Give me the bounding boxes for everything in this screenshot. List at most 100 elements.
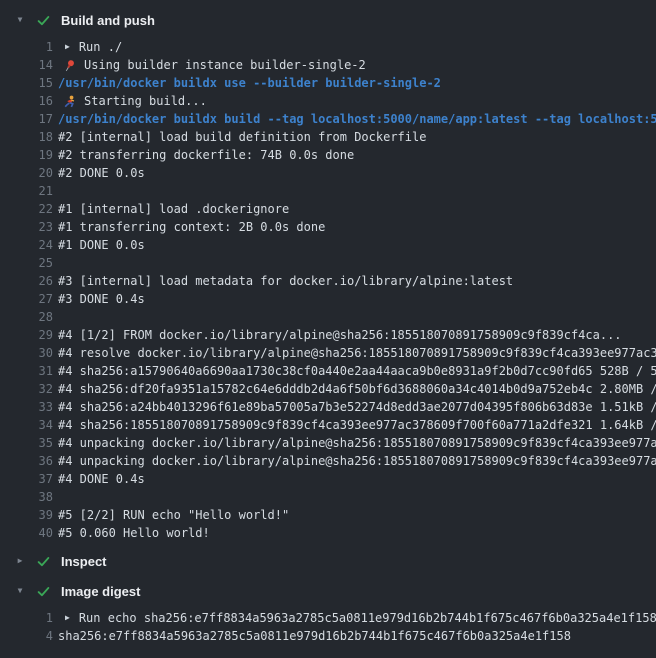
log-text: /usr/bin/docker buildx use --builder bui… — [58, 76, 441, 90]
log-line: 38 — [0, 488, 656, 506]
line-number[interactable]: 4 — [0, 629, 53, 643]
log-line-content: #4 sha256:185518070891758909c9f839cf4ca3… — [58, 418, 656, 432]
log-text: #4 [1/2] FROM docker.io/library/alpine@s… — [58, 328, 622, 342]
log-line: 24 #1 DONE 0.0s — [0, 236, 656, 254]
log-line-content: ▶Run ./ — [58, 40, 656, 54]
log-line: 4 sha256:e7ff8834a5963a2785c5a0811e979d1… — [0, 627, 656, 645]
run-expand-icon[interactable]: ▶ — [65, 43, 70, 51]
line-number[interactable]: 1 — [0, 611, 53, 625]
line-number[interactable]: 24 — [0, 238, 53, 252]
success-check-icon — [35, 12, 51, 28]
log-text: sha256:e7ff8834a5963a2785c5a0811e979d16b… — [58, 629, 571, 643]
line-number[interactable]: 16 — [0, 94, 53, 108]
run-expand-icon[interactable]: ▶ — [65, 614, 70, 622]
log-text: Run echo sha256:e7ff8834a5963a2785c5a081… — [79, 611, 656, 625]
chevron-right-icon[interactable]: ▶ — [14, 557, 26, 565]
line-number[interactable]: 34 — [0, 418, 53, 432]
section-header-build-and-push[interactable]: ▼ Build and push — [0, 9, 656, 31]
log-text: #1 transferring context: 2B 0.0s done — [58, 220, 325, 234]
line-number[interactable]: 22 — [0, 202, 53, 216]
log-line: 19 #2 transferring dockerfile: 74B 0.0s … — [0, 146, 656, 164]
section-header-inspect[interactable]: ▶ Inspect — [0, 550, 656, 572]
chevron-down-icon[interactable]: ▼ — [14, 16, 26, 24]
success-check-icon — [35, 583, 51, 599]
log-line-content: #4 resolve docker.io/library/alpine@sha2… — [58, 346, 656, 360]
section-lines: 1 ▶Run ./ 14 Using builder instance buil… — [0, 38, 656, 542]
log-line: 40 #5 0.060 Hello world! — [0, 524, 656, 542]
line-number[interactable]: 17 — [0, 112, 53, 126]
log-text: #1 DONE 0.0s — [58, 238, 145, 252]
log-text: #4 resolve docker.io/library/alpine@sha2… — [58, 346, 656, 360]
line-number[interactable]: 31 — [0, 364, 53, 378]
log-text: Starting build... — [84, 94, 207, 108]
log-line-content: #2 transferring dockerfile: 74B 0.0s don… — [58, 148, 656, 162]
line-number[interactable]: 27 — [0, 292, 53, 306]
log-text: #5 [2/2] RUN echo "Hello world!" — [58, 508, 289, 522]
log-line-content: sha256:e7ff8834a5963a2785c5a0811e979d16b… — [58, 629, 656, 643]
log-line: 31 #4 sha256:a15790640a6690aa1730c38cf0a… — [0, 362, 656, 380]
line-number[interactable]: 40 — [0, 526, 53, 540]
log-line-content: #4 sha256:df20fa9351a15782c64e6dddb2d4a6… — [58, 382, 656, 396]
log-line: 35 #4 unpacking docker.io/library/alpine… — [0, 434, 656, 452]
log-text: #4 unpacking docker.io/library/alpine@sh… — [58, 454, 656, 468]
log-line: 20 #2 DONE 0.0s — [0, 164, 656, 182]
log-line: 29 #4 [1/2] FROM docker.io/library/alpin… — [0, 326, 656, 344]
log-line-content: /usr/bin/docker buildx build --tag local… — [58, 112, 656, 126]
line-number[interactable]: 38 — [0, 490, 53, 504]
line-number[interactable]: 30 — [0, 346, 53, 360]
line-number[interactable]: 18 — [0, 130, 53, 144]
line-number[interactable]: 1 — [0, 40, 53, 54]
log-text: #5 0.060 Hello world! — [58, 526, 210, 540]
log-line: 34 #4 sha256:185518070891758909c9f839cf4… — [0, 416, 656, 434]
line-number[interactable]: 39 — [0, 508, 53, 522]
log-text: #3 [internal] load metadata for docker.i… — [58, 274, 513, 288]
line-number[interactable]: 33 — [0, 400, 53, 414]
runner-icon — [63, 95, 76, 109]
log-line-content: #5 [2/2] RUN echo "Hello world!" — [58, 508, 656, 522]
line-number[interactable]: 37 — [0, 472, 53, 486]
line-number[interactable]: 21 — [0, 184, 53, 198]
log-line-content: #4 [1/2] FROM docker.io/library/alpine@s… — [58, 328, 656, 342]
log-line-content: /usr/bin/docker buildx use --builder bui… — [58, 76, 656, 90]
log-line-content: ▶ Run echo sha256:e7ff8834a5963a2785c5a08… — [58, 611, 656, 625]
log-text: #4 sha256:185518070891758909c9f839cf4ca3… — [58, 418, 656, 432]
log-section-inspect: ▶ Inspect — [0, 550, 656, 572]
log-line-content: #1 DONE 0.0s — [58, 238, 656, 252]
log-text: Using builder instance builder-single-2 — [84, 58, 366, 72]
workflow-log-viewer: ▼ Build and push 1 ▶Run ./ 14 Using buil… — [0, 0, 656, 645]
line-number[interactable]: 15 — [0, 76, 53, 90]
log-line: 33 #4 sha256:a24bb4013296f61e89ba57005a7… — [0, 398, 656, 416]
log-text: #4 unpacking docker.io/library/alpine@sh… — [58, 436, 656, 450]
section-header-image-digest[interactable]: ▼ Image digest — [0, 580, 656, 602]
section-lines: 1 ▶ Run echo sha256:e7ff8834a5963a2785c5a… — [0, 609, 656, 645]
log-line-content: #4 sha256:a24bb4013296f61e89ba57005a7b3e… — [58, 400, 656, 414]
line-number[interactable]: 28 — [0, 310, 53, 324]
log-line: 28 — [0, 308, 656, 326]
line-number[interactable]: 36 — [0, 454, 53, 468]
log-line: 26 #3 [internal] load metadata for docke… — [0, 272, 656, 290]
log-line: 1 ▶ Run echo sha256:e7ff8834a5963a2785c5a… — [0, 609, 656, 627]
log-line-content: #3 DONE 0.4s — [58, 292, 656, 306]
line-number[interactable]: 35 — [0, 436, 53, 450]
log-line-content: Starting build... — [58, 94, 656, 109]
line-number[interactable]: 32 — [0, 382, 53, 396]
line-number[interactable]: 19 — [0, 148, 53, 162]
log-line-content: #5 0.060 Hello world! — [58, 526, 656, 540]
chevron-down-icon[interactable]: ▼ — [14, 587, 26, 595]
log-text: #1 [internal] load .dockerignore — [58, 202, 289, 216]
line-number[interactable]: 29 — [0, 328, 53, 342]
log-line-content: #1 transferring context: 2B 0.0s done — [58, 220, 656, 234]
line-number[interactable]: 26 — [0, 274, 53, 288]
log-text: #4 sha256:df20fa9351a15782c64e6dddb2d4a6… — [58, 382, 656, 396]
log-line-content: #4 unpacking docker.io/library/alpine@sh… — [58, 454, 656, 468]
log-line: 21 — [0, 182, 656, 200]
log-line-content: #2 [internal] load build definition from… — [58, 130, 656, 144]
log-line: 25 — [0, 254, 656, 272]
line-number[interactable]: 20 — [0, 166, 53, 180]
line-number[interactable]: 23 — [0, 220, 53, 234]
line-number[interactable]: 14 — [0, 58, 53, 72]
log-line: 32 #4 sha256:df20fa9351a15782c64e6dddb2d… — [0, 380, 656, 398]
line-number[interactable]: 25 — [0, 256, 53, 270]
log-section-image-digest: ▼ Image digest 1 ▶ Run echo sha256:e7ff88… — [0, 580, 656, 645]
section-title: Build and push — [61, 13, 155, 28]
